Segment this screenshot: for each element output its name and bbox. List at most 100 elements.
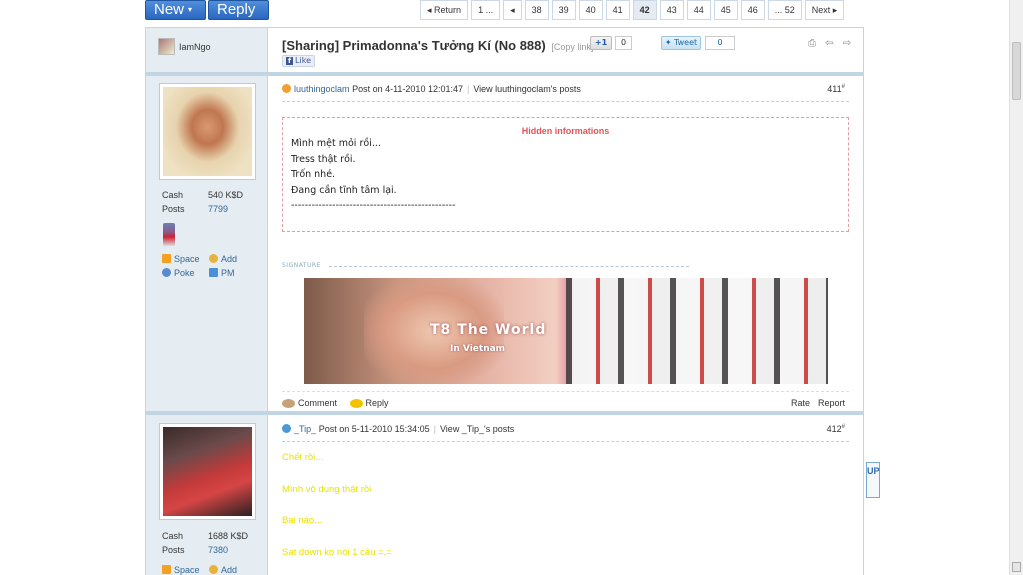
signature-divider bbox=[329, 266, 689, 267]
comment-icon bbox=[282, 398, 295, 408]
page-last[interactable]: ... 52 bbox=[767, 0, 802, 20]
new-thread-button[interactable]: New ▾ bbox=[145, 0, 206, 20]
pm-link[interactable]: PM bbox=[209, 268, 249, 278]
starter-name: IamNgo bbox=[179, 41, 211, 52]
poke-label: Poke bbox=[174, 268, 195, 278]
page-prev[interactable]: ◂ bbox=[503, 0, 522, 20]
copy-link[interactable]: [Copy link] bbox=[551, 42, 593, 52]
space-link[interactable]: Space bbox=[162, 254, 209, 264]
thread-title: [Sharing] Primadonna's Tưởng Kí (No 888)… bbox=[282, 38, 593, 53]
page-43[interactable]: 43 bbox=[659, 0, 684, 20]
page-45[interactable]: 45 bbox=[713, 0, 738, 20]
thread-starter[interactable]: IamNgo bbox=[158, 38, 211, 55]
add-friend-icon bbox=[209, 565, 218, 574]
avatar[interactable] bbox=[159, 423, 256, 520]
hidden-line: Mình mệt mỏi rồi... bbox=[291, 138, 381, 149]
facebook-like-button[interactable]: f Like bbox=[282, 55, 315, 67]
cash-value: 540 K$D bbox=[208, 190, 244, 200]
post-floor[interactable]: 412# bbox=[827, 424, 845, 434]
poke-link[interactable]: Poke bbox=[162, 268, 209, 278]
space-link[interactable]: Space bbox=[162, 565, 209, 575]
twitter-bird-icon: ✦ bbox=[664, 38, 672, 47]
page-44[interactable]: 44 bbox=[686, 0, 711, 20]
avatar-image bbox=[163, 427, 252, 516]
mail-icon bbox=[209, 268, 218, 277]
rate-link[interactable]: Rate bbox=[791, 398, 810, 408]
post-line: Bai nào... bbox=[282, 515, 323, 526]
tweet-label: Tweet bbox=[674, 38, 698, 47]
hidden-line: Tress thật rồi. bbox=[291, 153, 356, 165]
poke-icon bbox=[162, 268, 171, 277]
post-author[interactable]: _Tip_ bbox=[294, 424, 316, 434]
page-return[interactable]: ◂ Return bbox=[420, 0, 469, 20]
page-46[interactable]: 46 bbox=[740, 0, 765, 20]
reply-button[interactable]: Reply bbox=[208, 0, 269, 20]
page-next[interactable]: Next ▸ bbox=[804, 0, 845, 20]
scrollbar-thumb[interactable] bbox=[1012, 42, 1021, 100]
tweet-widget: ✦ Tweet 0 bbox=[661, 36, 735, 50]
view-posts-link[interactable]: View luuthingoclam's posts bbox=[473, 84, 581, 94]
banner-title: T8 The World bbox=[430, 322, 547, 338]
page-40[interactable]: 40 bbox=[578, 0, 603, 20]
post-info: luuthingoclam Post on 4-11-2010 12:01:47… bbox=[282, 84, 849, 102]
post-line: Sat down ko nói 1 câu =.= bbox=[282, 546, 392, 558]
tweet-count: 0 bbox=[705, 36, 735, 50]
post-author[interactable]: luuthingoclam bbox=[294, 84, 350, 94]
page-first[interactable]: 1 ... bbox=[471, 0, 501, 20]
add-friend-link[interactable]: Add bbox=[209, 565, 249, 575]
post-floor[interactable]: 411# bbox=[827, 84, 845, 94]
space-label: Space bbox=[174, 254, 200, 264]
banner-group-photo bbox=[566, 278, 828, 384]
print-prev-next-icons[interactable]: ⎙ ⇦ ⇨ bbox=[808, 38, 854, 49]
add-label: Add bbox=[221, 254, 238, 264]
hidden-title: Hidden informations bbox=[521, 126, 610, 136]
tweet-button[interactable]: ✦ Tweet bbox=[661, 36, 701, 50]
hidden-line: Đang cần tĩnh tâm lại. bbox=[291, 184, 397, 196]
post-body: Chết rồi... Mình vô dụng thật rồi Bai nà… bbox=[282, 452, 392, 575]
thread-frame: IamNgo [Sharing] Primadonna's Tưởng Kí (… bbox=[145, 27, 864, 575]
gplus-button[interactable]: +1 bbox=[590, 36, 612, 50]
add-friend-link[interactable]: Add bbox=[209, 254, 249, 264]
resize-grip-icon[interactable] bbox=[1012, 562, 1021, 572]
cash-label: Cash bbox=[162, 531, 184, 541]
page-return-label: Return bbox=[434, 5, 462, 15]
posts-label: Posts bbox=[162, 545, 185, 555]
avatar[interactable] bbox=[159, 83, 256, 180]
post-actions: Rate Report bbox=[783, 398, 845, 408]
cash-label: Cash bbox=[162, 190, 184, 200]
scroll-to-top-button[interactable]: UP bbox=[866, 462, 880, 498]
page-39[interactable]: 39 bbox=[551, 0, 576, 20]
add-friend-icon bbox=[209, 254, 218, 263]
header-separator bbox=[146, 72, 863, 76]
hidden-line: ----------------------------------------… bbox=[291, 200, 456, 211]
user-stats: Cash 1688 K$D Posts 7380 bbox=[162, 531, 248, 559]
reply-label: Reply bbox=[365, 398, 389, 408]
thread-tools[interactable]: ⎙ ⇦ ⇨ bbox=[808, 38, 854, 49]
reply-post-button[interactable]: Reply bbox=[349, 398, 389, 408]
fb-like-label: Like bbox=[295, 56, 311, 65]
forum-page: New ▾ Reply ◂ Return 1 ... ◂ 38 39 40 41 … bbox=[0, 0, 1023, 575]
add-label: Add bbox=[221, 565, 238, 575]
online-status-icon bbox=[282, 424, 291, 433]
posts-value[interactable]: 7380 bbox=[208, 545, 228, 559]
page-41[interactable]: 41 bbox=[605, 0, 630, 20]
post-info: _Tip_ Post on 5-11-2010 15:34:05 | View _T… bbox=[282, 424, 849, 442]
vertical-scrollbar[interactable] bbox=[1009, 0, 1023, 575]
floor-number: 411 bbox=[827, 84, 842, 94]
report-link[interactable]: Report bbox=[818, 398, 845, 408]
user-links: Space Add bbox=[162, 565, 249, 575]
pm-label: PM bbox=[221, 268, 235, 278]
thread-title-text: [Sharing] Primadonna's Tưởng Kí (No 888) bbox=[282, 38, 546, 53]
view-posts-link[interactable]: View _Tip_'s posts bbox=[440, 424, 514, 434]
post-line: Mình vô dụng thật rồi bbox=[282, 483, 372, 495]
chevron-down-icon: ▾ bbox=[188, 5, 193, 14]
posts-value[interactable]: 7799 bbox=[208, 204, 228, 218]
post-date: Post on 5-11-2010 15:34:05 bbox=[318, 424, 430, 434]
home-icon bbox=[162, 254, 171, 263]
hidden-line: Trốn nhé. bbox=[291, 169, 336, 180]
page-38[interactable]: 38 bbox=[524, 0, 549, 20]
floor-sup: # bbox=[841, 84, 845, 90]
cash-value: 1688 K$D bbox=[208, 531, 249, 541]
page-42-current[interactable]: 42 bbox=[632, 0, 657, 20]
comment-button[interactable]: Comment bbox=[282, 398, 337, 408]
